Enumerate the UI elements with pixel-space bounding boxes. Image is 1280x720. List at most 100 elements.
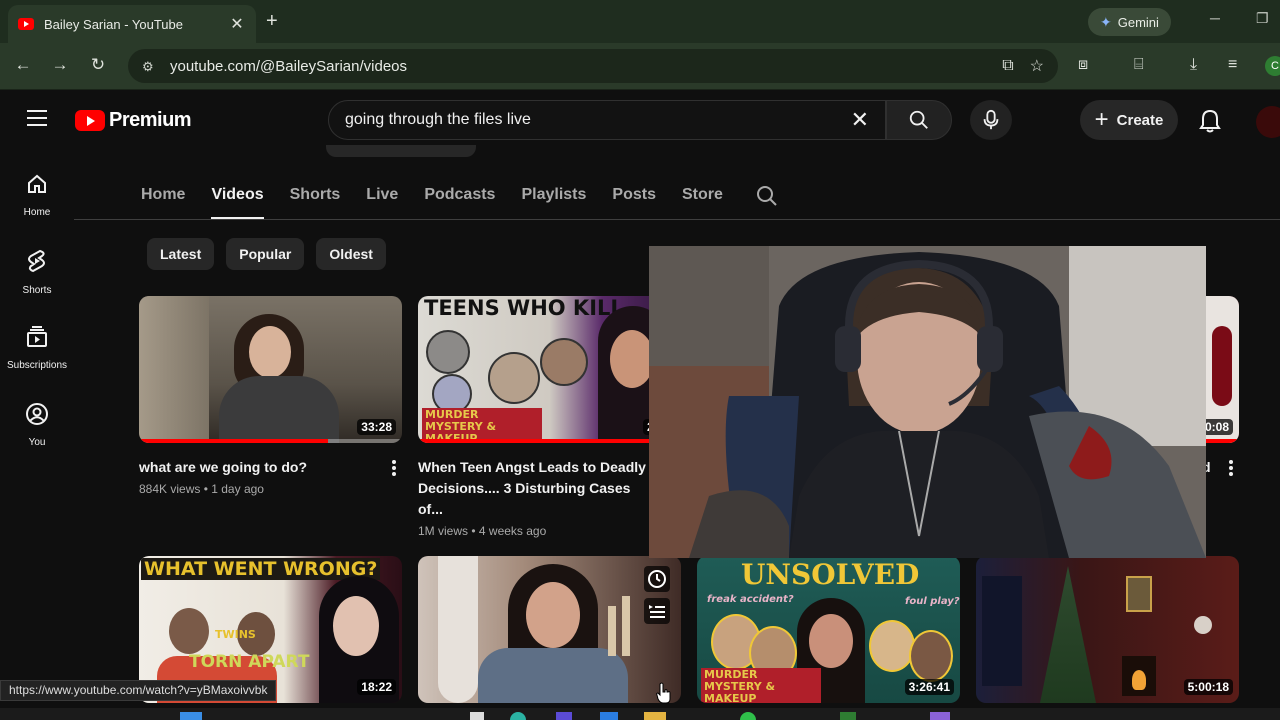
minimize-window-icon[interactable]: ─ [1210,10,1220,26]
tab-store[interactable]: Store [682,186,723,208]
gemini-button[interactable]: ✦ Gemini [1088,8,1171,36]
menu-hamburger-icon[interactable] [27,110,47,126]
logo-text: Premium [109,109,192,131]
upload-age: 1 day ago [211,482,264,496]
view-count: 884K views [139,482,201,496]
taskbar-app-icon[interactable] [930,712,950,720]
video-card[interactable]: 5:00:18 [976,556,1239,703]
you-account-icon [26,403,48,425]
video-thumbnail[interactable] [418,556,681,703]
add-to-queue-icon[interactable] [644,598,670,624]
address-bar[interactable]: ⚙ youtube.com/@BaileySarian/videos ⧉ ☆ [128,49,1058,83]
video-card[interactable] [418,556,681,703]
rail-item-you[interactable]: You [0,402,74,450]
watch-later-clock-icon[interactable] [644,566,670,592]
filter-chips: Latest Popular Oldest [147,238,386,270]
streamer-webcam-overlay [649,246,1206,558]
tab-videos[interactable]: Videos [211,186,264,219]
video-thumbnail[interactable]: UNSOLVED freak accident? foul play? MURD… [697,556,960,703]
start-menu-icon[interactable] [180,712,202,720]
plus-icon: + [1094,106,1109,133]
file-explorer-icon[interactable] [644,712,666,720]
notifications-bell-icon[interactable] [1198,108,1222,134]
close-tab-icon[interactable]: ✕ [228,14,246,34]
video-meta: 1M views • 4 weeks ago [418,524,547,538]
clear-search-icon[interactable]: ✕ [851,107,869,133]
video-card[interactable]: 33:28 what are we going to do? 884K view… [139,296,402,496]
tab-posts[interactable]: Posts [612,186,656,208]
rail-item-home[interactable]: Home [0,172,74,220]
video-duration: 33:28 [357,419,396,435]
video-card[interactable]: TEENS WHO KILL MURDER MYSTERY & MAKEUP 2… [418,296,681,538]
reload-icon[interactable]: ↻ [86,55,110,75]
search-input[interactable]: going through the files live ✕ [328,100,886,140]
video-title[interactable]: what are we going to do? [139,457,371,478]
more-actions-icon[interactable] [386,458,402,478]
restore-window-icon[interactable]: ❐ [1256,10,1269,27]
queue-icon [649,605,665,618]
browser-tab-strip: Bailey Sarian - YouTube ✕ + ✦ Gemini ─ ❐ [0,0,1280,43]
install-app-icon[interactable]: ⧉ [1002,57,1013,75]
taskbar-app-icon[interactable] [470,712,484,720]
youtube-premium-logo[interactable]: Premium [75,109,192,132]
account-avatar[interactable] [1256,106,1280,138]
video-card[interactable]: UNSOLVED freak accident? foul play? MURD… [697,556,960,703]
rail-label-shorts: Shorts [22,285,52,296]
gemini-sparkle-icon: ✦ [1100,13,1112,30]
video-thumbnail[interactable]: 5:00:18 [976,556,1239,703]
rail-item-shorts[interactable]: Shorts [0,248,74,298]
tab-title: Bailey Sarian - YouTube [44,16,184,32]
watch-progress-bar [418,439,681,443]
view-count: 1M views [418,524,469,538]
tab-playlists[interactable]: Playlists [521,186,586,208]
browser-profile-avatar[interactable]: C [1265,56,1280,76]
video-title[interactable]: When Teen Angst Leads to Deadly Decision… [418,457,650,520]
tab-home[interactable]: Home [141,186,185,208]
chip-popular[interactable]: Popular [226,238,305,270]
channel-search-icon[interactable] [755,184,779,208]
tab-shorts[interactable]: Shorts [290,186,341,208]
browser-tab[interactable]: Bailey Sarian - YouTube ✕ [8,5,256,43]
os-taskbar [0,708,1280,720]
subscribe-pill-remnant [326,145,476,157]
address-toolbar: ← → ↻ ⚙ youtube.com/@BaileySarian/videos… [0,43,1280,90]
site-info-icon[interactable]: ⚙ [142,59,156,74]
cast-icon[interactable]: ⌸ [1134,56,1144,74]
thumb-text: TORN APART [189,652,310,672]
microphone-icon [983,109,999,130]
more-actions-icon[interactable] [1223,458,1239,478]
taskbar-app-icon[interactable] [510,712,526,720]
taskbar-app-icon[interactable] [600,712,618,720]
chip-latest[interactable]: Latest [147,238,215,270]
search-query-text: going through the files live [345,111,531,128]
tab-live[interactable]: Live [366,186,398,208]
bookmark-star-icon[interactable]: ☆ [1030,56,1044,76]
media-controls-icon[interactable]: ≡ [1228,56,1237,74]
forward-arrow-icon[interactable]: → [48,55,72,75]
video-thumbnail[interactable]: 33:28 [139,296,402,443]
taskbar-app-icon[interactable] [740,712,756,720]
thumb-text: WHAT WENT WRONG? [141,558,381,580]
taskbar-app-icon[interactable] [840,712,856,720]
rail-label-home: Home [23,207,51,218]
new-tab-button[interactable]: + [266,10,278,33]
watch-progress-bar [139,439,329,443]
taskbar-app-icon[interactable] [556,712,572,720]
rail-item-subscriptions[interactable]: Subscriptions [0,325,74,373]
thumb-text: TEENS WHO KILL [424,296,624,320]
video-meta: 884K views • 1 day ago [139,482,264,496]
back-arrow-icon[interactable]: ← [11,55,35,75]
voice-search-button[interactable] [970,100,1012,140]
create-button[interactable]: + Create [1080,100,1178,140]
rail-label-subscriptions: Subscriptions [6,360,68,371]
create-label: Create [1116,111,1164,129]
search-icon [909,110,928,129]
video-thumbnail[interactable]: TEENS WHO KILL MURDER MYSTERY & MAKEUP 2… [418,296,681,443]
youtube-play-icon [75,110,105,131]
downloads-icon[interactable]: ⤓ [1190,56,1197,74]
chip-oldest[interactable]: Oldest [316,238,386,270]
tab-podcasts[interactable]: Podcasts [424,186,495,208]
search-button[interactable] [886,100,952,140]
extensions-icon[interactable]: ⧈ [1078,56,1088,74]
hand-cursor-icon [656,682,671,704]
